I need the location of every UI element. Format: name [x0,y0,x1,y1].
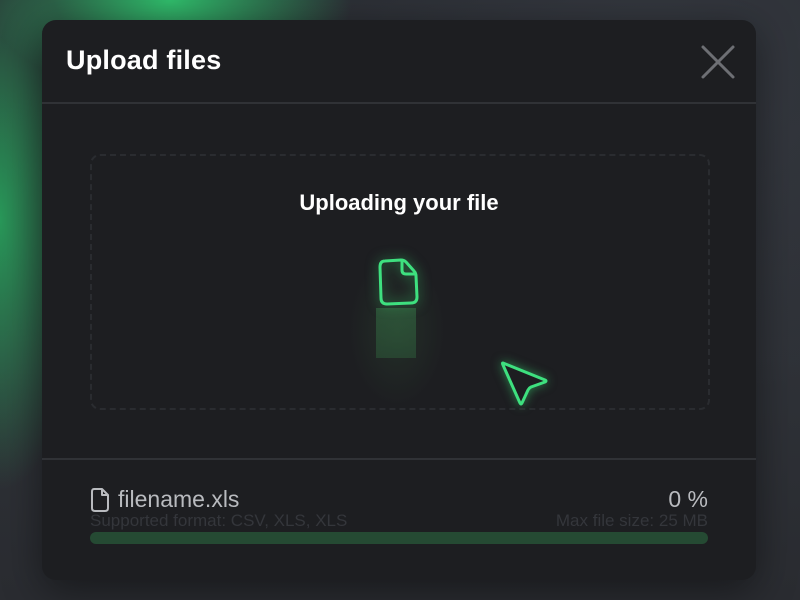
divider [42,458,756,460]
cursor-arrow-icon [501,361,548,406]
upload-progress-beam [376,308,416,358]
modal-header: Upload files [42,20,756,104]
upload-status-text: Uploading your file [299,190,499,215]
modal-title: Upload files [66,45,222,75]
file-name: filename.xls [118,486,240,512]
file-info-row: Supported format: CSV, XLS, XLS Max file… [90,511,708,533]
upload-modal: Upload files Uploading your file filenam… [42,20,756,580]
max-file-size-text: Max file size: 25 MB [555,511,708,530]
file-icon [378,258,419,306]
supported-format-text: Supported format: CSV, XLS, XLS [90,511,348,530]
progress-bar [90,532,708,544]
file-icon [91,488,109,512]
close-button[interactable] [700,44,736,80]
upload-percent: 0 % [668,486,708,512]
close-icon [701,45,735,79]
